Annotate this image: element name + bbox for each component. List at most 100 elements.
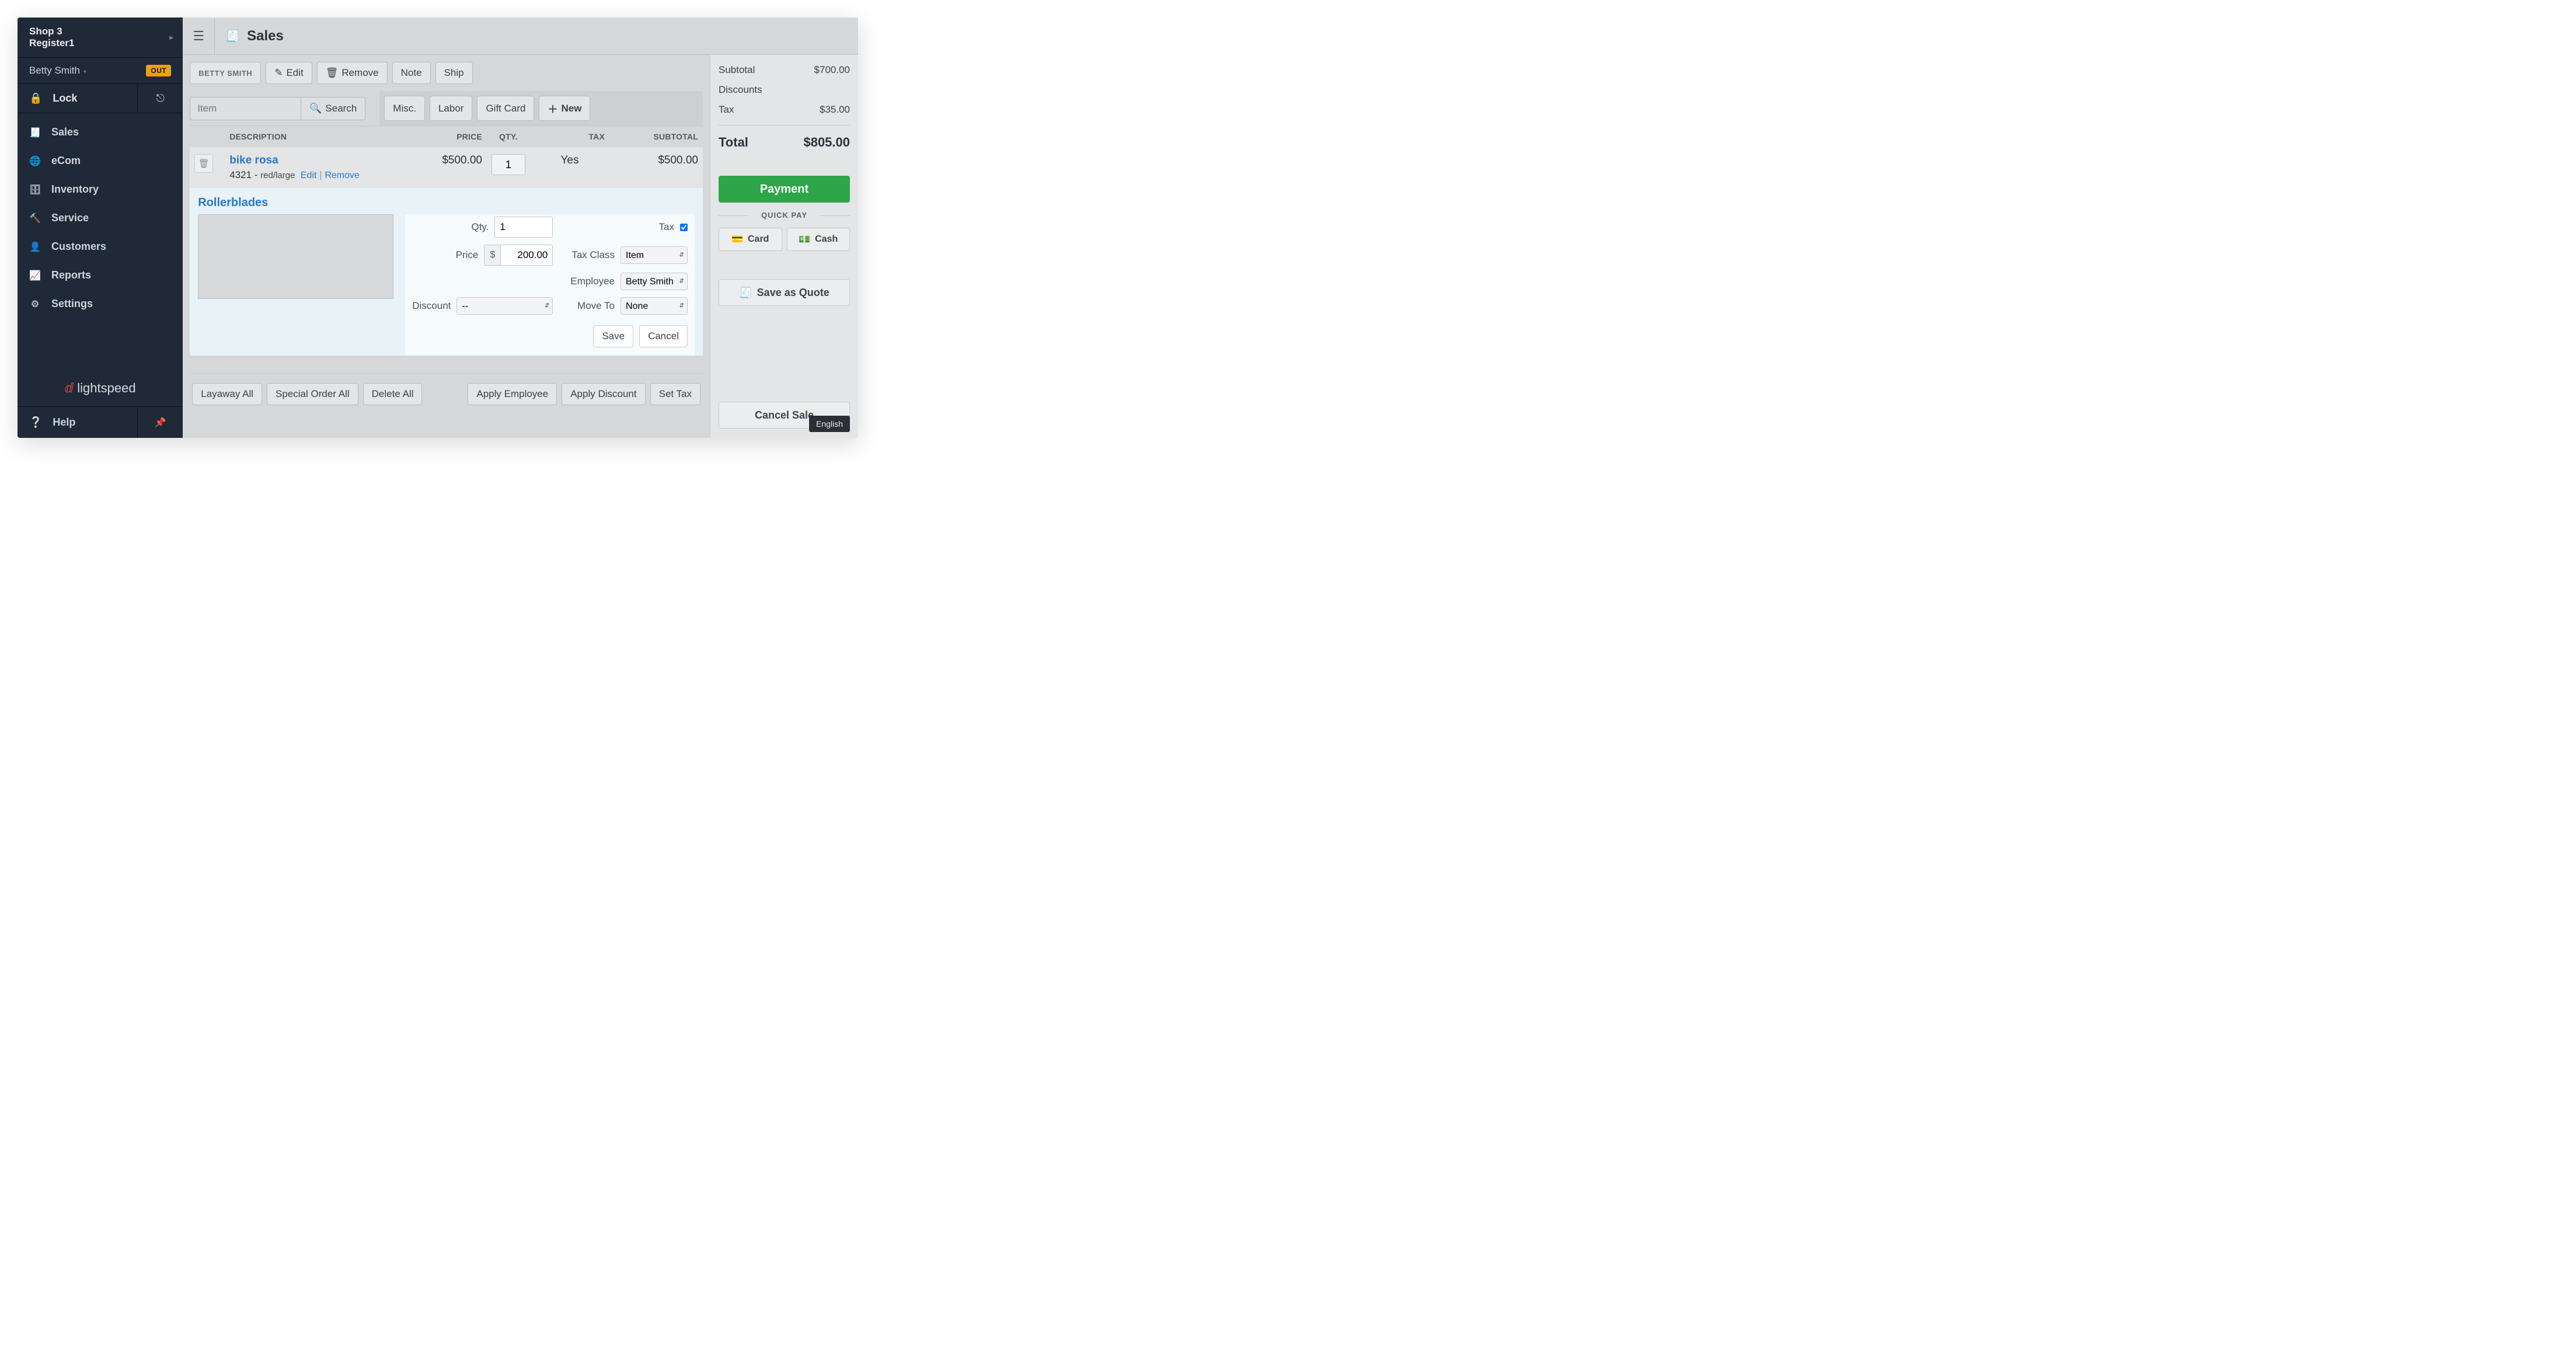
col-price: PRICE [406, 132, 482, 141]
pin-button[interactable]: 📌 [137, 407, 183, 438]
topbar: ☰ 🧾 Sales [183, 18, 858, 55]
remove-line-link[interactable]: Remove [325, 170, 360, 180]
btn-label: Save as Quote [757, 287, 829, 299]
labor-button[interactable]: Labor [430, 96, 472, 121]
quickpay-row: 💳 Card 💵Cash [719, 228, 850, 251]
sidebar-nav: 🧾Sales 🌐eCom 🗄Inventory 🔨Service 👤Custom… [18, 113, 183, 370]
btn-label: Card [748, 234, 769, 245]
quickpay-label: QUICK PAY [719, 211, 850, 220]
search-button[interactable]: 🔍Search [301, 97, 365, 120]
add-line-toolbar: Misc. Labor Gift Card ＋New [379, 91, 703, 126]
label: Discounts [719, 84, 762, 96]
sale-area: BETTY SMITH ✎Edit 🗑Remove Note Ship 🔍Sea… [183, 55, 710, 438]
apply-discount-button[interactable]: Apply Discount [562, 383, 645, 405]
signout-button[interactable]: ⎋ [137, 84, 183, 113]
btn-label: Remove [341, 67, 378, 79]
col-tax: TAX [535, 132, 605, 141]
delete-line-button[interactable]: 🗑 [194, 154, 213, 173]
help-label: Help [53, 416, 75, 429]
delete-all-button[interactable]: Delete All [363, 383, 423, 405]
summary-tax: Tax$35.00 [719, 104, 850, 116]
price-input[interactable] [500, 245, 553, 266]
item-variant: red/large [260, 170, 295, 180]
lock-button[interactable]: 🔒 Lock [18, 84, 137, 113]
line-subtotal: $500.00 [605, 154, 698, 167]
line-edit-fields: Qty. Tax Price $ [405, 214, 695, 356]
page-title: 🧾 Sales [215, 28, 294, 44]
cancel-line-button[interactable]: Cancel [639, 325, 688, 347]
quickpay-card-button[interactable]: 💳 Card [719, 228, 782, 251]
app-window: Shop 3 Register1 ▸ Betty Smith▾ OUT 🔒 Lo… [18, 18, 858, 438]
ship-button[interactable]: Ship [435, 62, 473, 84]
card-icon: 💳 [731, 234, 743, 245]
hammer-icon: 🔨 [29, 213, 41, 224]
line-note-textarea[interactable] [198, 214, 393, 299]
item-sku: 4321 [229, 169, 252, 180]
sidebar-item-reports[interactable]: 📈 Reports [18, 261, 183, 290]
sidebar-label: Customers [51, 241, 106, 253]
sidebar-item-service[interactable]: 🔨Service [18, 204, 183, 232]
sidebar-item-settings[interactable]: ⚙Settings [18, 290, 183, 318]
misc-button[interactable]: Misc. [384, 96, 425, 121]
new-item-button[interactable]: ＋New [539, 96, 590, 121]
sidebar-label: Reports [51, 269, 91, 281]
discount-select[interactable]: -- [456, 297, 553, 315]
shop-switcher[interactable]: Shop 3 Register1 ▸ [18, 18, 183, 58]
edit-customer-button[interactable]: ✎Edit [266, 62, 312, 84]
trash-icon: 🗑 [198, 158, 210, 169]
tax-checkbox[interactable] [680, 224, 688, 231]
btn-label: Search [325, 103, 357, 114]
item-meta: 4321 - red/large Edit | Remove [229, 169, 406, 181]
sidebar-item-ecom[interactable]: 🌐eCom [18, 147, 183, 175]
plus-icon: ＋ [548, 101, 557, 116]
summary-panel: Subtotal $700.00 Discounts Tax$35.00 Tota… [710, 55, 858, 438]
item-name-link[interactable]: Rollerblades [198, 196, 695, 210]
col-qty: QTY. [482, 132, 535, 141]
sidebar-bottom: ❔Help 📌 [18, 406, 183, 438]
payment-button[interactable]: Payment [719, 176, 850, 203]
set-tax-button[interactable]: Set Tax [650, 383, 700, 405]
lock-row: 🔒 Lock ⎋ [18, 84, 183, 113]
edit-line-link[interactable]: Edit [301, 170, 317, 180]
user-row[interactable]: Betty Smith▾ OUT [18, 58, 183, 84]
special-order-all-button[interactable]: Special Order All [267, 383, 358, 405]
field-moveto: Move To None [570, 297, 688, 315]
giftcard-button[interactable]: Gift Card [477, 96, 534, 121]
item-search: 🔍Search [190, 97, 365, 120]
layaway-all-button[interactable]: Layaway All [192, 383, 262, 405]
currency-prefix: $ [484, 245, 500, 266]
note-button[interactable]: Note [392, 62, 431, 84]
sale-footer-toolbar: Layaway All Special Order All Delete All… [190, 373, 703, 415]
chart-icon: 📈 [29, 270, 41, 281]
clockout-badge[interactable]: OUT [146, 65, 171, 76]
apply-employee-button[interactable]: Apply Employee [468, 383, 557, 405]
help-button[interactable]: ❔Help [18, 407, 137, 438]
value: $700.00 [814, 64, 850, 76]
quickpay-cash-button[interactable]: 💵Cash [787, 228, 850, 251]
sidebar-item-inventory[interactable]: 🗄Inventory [18, 175, 183, 204]
customer-button[interactable]: BETTY SMITH [190, 62, 261, 84]
lock-icon: 🔒 [29, 92, 42, 105]
employee-select[interactable]: Betty Smith [621, 273, 688, 290]
line-qty-input[interactable] [492, 154, 525, 175]
value: $805.00 [803, 135, 850, 150]
employee-label: Employee [570, 276, 615, 287]
sidebar-item-sales[interactable]: 🧾Sales [18, 118, 183, 147]
qty-input[interactable] [494, 217, 553, 238]
taxclass-select[interactable]: Item [621, 246, 688, 264]
sidebar-label: Settings [51, 298, 93, 310]
hamburger-button[interactable]: ☰ [183, 18, 214, 55]
sidebar-item-customers[interactable]: 👤Customers [18, 232, 183, 261]
item-name-link[interactable]: bike rosa [229, 154, 406, 167]
remove-customer-button[interactable]: 🗑Remove [317, 62, 388, 84]
summary-total: Total $805.00 [719, 135, 850, 150]
item-search-input[interactable] [190, 97, 301, 120]
divider [719, 125, 850, 126]
moveto-select[interactable]: None [621, 297, 688, 315]
language-badge[interactable]: English [809, 416, 850, 432]
label: Subtotal [719, 64, 755, 76]
save-line-button[interactable]: Save [593, 325, 633, 347]
label: Total [719, 135, 748, 150]
save-as-quote-button[interactable]: 🧾Save as Quote [719, 279, 850, 306]
cash-icon: 💵 [799, 234, 810, 245]
